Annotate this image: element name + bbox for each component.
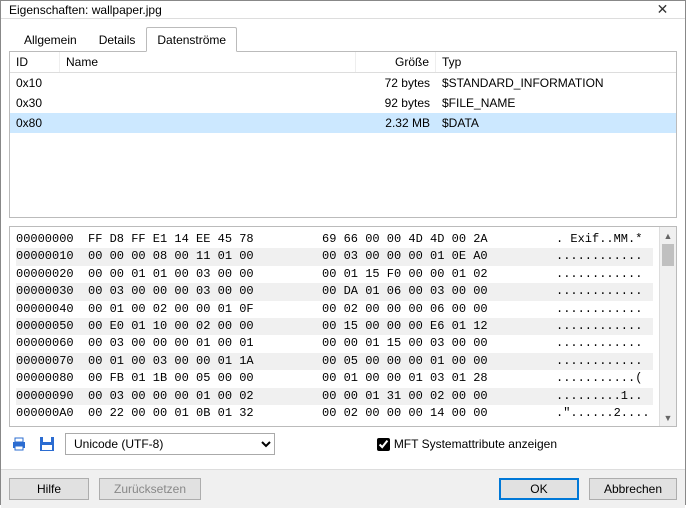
options-row: Unicode (UTF-8) MFT Systemattribute anze… (9, 427, 677, 461)
hex-line: 0000002000 00 01 01 00 03 00 0000 01 15 … (16, 266, 653, 283)
hex-line: 000000A000 22 00 00 01 0B 01 3200 02 00 … (16, 405, 653, 422)
streams-table: ID Name Größe Typ 0x10 72 bytes$STANDARD_… (9, 52, 677, 218)
scroll-up-icon[interactable]: ▲ (660, 227, 676, 244)
cancel-button[interactable]: Abbrechen (589, 478, 677, 500)
hex-line: 0000004000 01 00 02 00 00 01 0F00 02 00 … (16, 301, 653, 318)
cell-id: 0x30 (10, 93, 60, 113)
cell-name (60, 113, 356, 133)
hex-viewer: 00000000FF D8 FF E1 14 EE 45 7869 66 00 … (9, 226, 677, 427)
close-button[interactable]: ✕ (640, 1, 685, 18)
hex-line: 0000007000 01 00 03 00 00 01 1A00 05 00 … (16, 353, 653, 370)
table-header: ID Name Größe Typ (10, 52, 676, 73)
cell-type: $DATA (436, 113, 676, 133)
hex-line: 00000000FF D8 FF E1 14 EE 45 7869 66 00 … (16, 231, 653, 248)
dialog-footer: Hilfe Zurücksetzen OK Abbrechen (1, 469, 685, 508)
hex-line: 0000001000 00 00 08 00 11 01 0000 03 00 … (16, 248, 653, 265)
window-title: Eigenschaften: wallpaper.jpg (9, 3, 640, 17)
hex-line: 0000009000 03 00 00 00 01 00 0200 00 01 … (16, 388, 653, 405)
cell-id: 0x10 (10, 73, 60, 93)
save-icon[interactable] (37, 434, 57, 454)
hex-line: 0000006000 03 00 00 00 01 00 0100 00 01 … (16, 335, 653, 352)
cell-type: $STANDARD_INFORMATION (436, 73, 676, 93)
hex-line: 0000005000 E0 01 10 00 02 00 0000 15 00 … (16, 318, 653, 335)
help-button[interactable]: Hilfe (9, 478, 89, 500)
cell-id: 0x80 (10, 113, 60, 133)
tab-details[interactable]: Details (88, 27, 147, 52)
cell-type: $FILE_NAME (436, 93, 676, 113)
col-header-id[interactable]: ID (10, 52, 60, 72)
cell-size: 92 bytes (356, 93, 436, 113)
tab-bar: Allgemein Details Datenströme (9, 27, 677, 52)
ok-button[interactable]: OK (499, 478, 579, 500)
hex-line: 0000003000 03 00 00 00 03 00 0000 DA 01 … (16, 283, 653, 300)
hex-content[interactable]: 00000000FF D8 FF E1 14 EE 45 7869 66 00 … (10, 227, 659, 426)
dialog-body: Allgemein Details Datenströme ID Name Gr… (1, 19, 685, 469)
table-row[interactable]: 0x30 92 bytes$FILE_NAME (10, 93, 676, 113)
col-header-size[interactable]: Größe (356, 52, 436, 72)
cell-size: 2.32 MB (356, 113, 436, 133)
scroll-down-icon[interactable]: ▼ (660, 409, 676, 426)
table-row[interactable]: 0x10 72 bytes$STANDARD_INFORMATION (10, 73, 676, 93)
mft-checkbox[interactable]: MFT Systemattribute anzeigen (377, 437, 677, 451)
col-header-name[interactable]: Name (60, 52, 356, 72)
cell-name (60, 93, 356, 113)
tab-datenstroeme[interactable]: Datenströme (146, 27, 237, 52)
cell-size: 72 bytes (356, 73, 436, 93)
titlebar: Eigenschaften: wallpaper.jpg ✕ (1, 1, 685, 19)
tab-allgemein[interactable]: Allgemein (13, 27, 88, 52)
dialog-window: Eigenschaften: wallpaper.jpg ✕ Allgemein… (0, 0, 686, 505)
table-row[interactable]: 0x80 2.32 MB$DATA (10, 113, 676, 133)
scrollbar[interactable]: ▲ ▼ (659, 227, 676, 426)
col-header-type[interactable]: Typ (436, 52, 676, 72)
hex-line: 0000008000 FB 01 1B 00 05 00 0000 01 00 … (16, 370, 653, 387)
mft-checkbox-label: MFT Systemattribute anzeigen (394, 437, 557, 451)
mft-checkbox-input[interactable] (377, 438, 390, 451)
scroll-thumb[interactable] (662, 244, 674, 266)
encoding-select[interactable]: Unicode (UTF-8) (65, 433, 275, 455)
reset-button[interactable]: Zurücksetzen (99, 478, 201, 500)
cell-name (60, 73, 356, 93)
print-icon[interactable] (9, 434, 29, 454)
